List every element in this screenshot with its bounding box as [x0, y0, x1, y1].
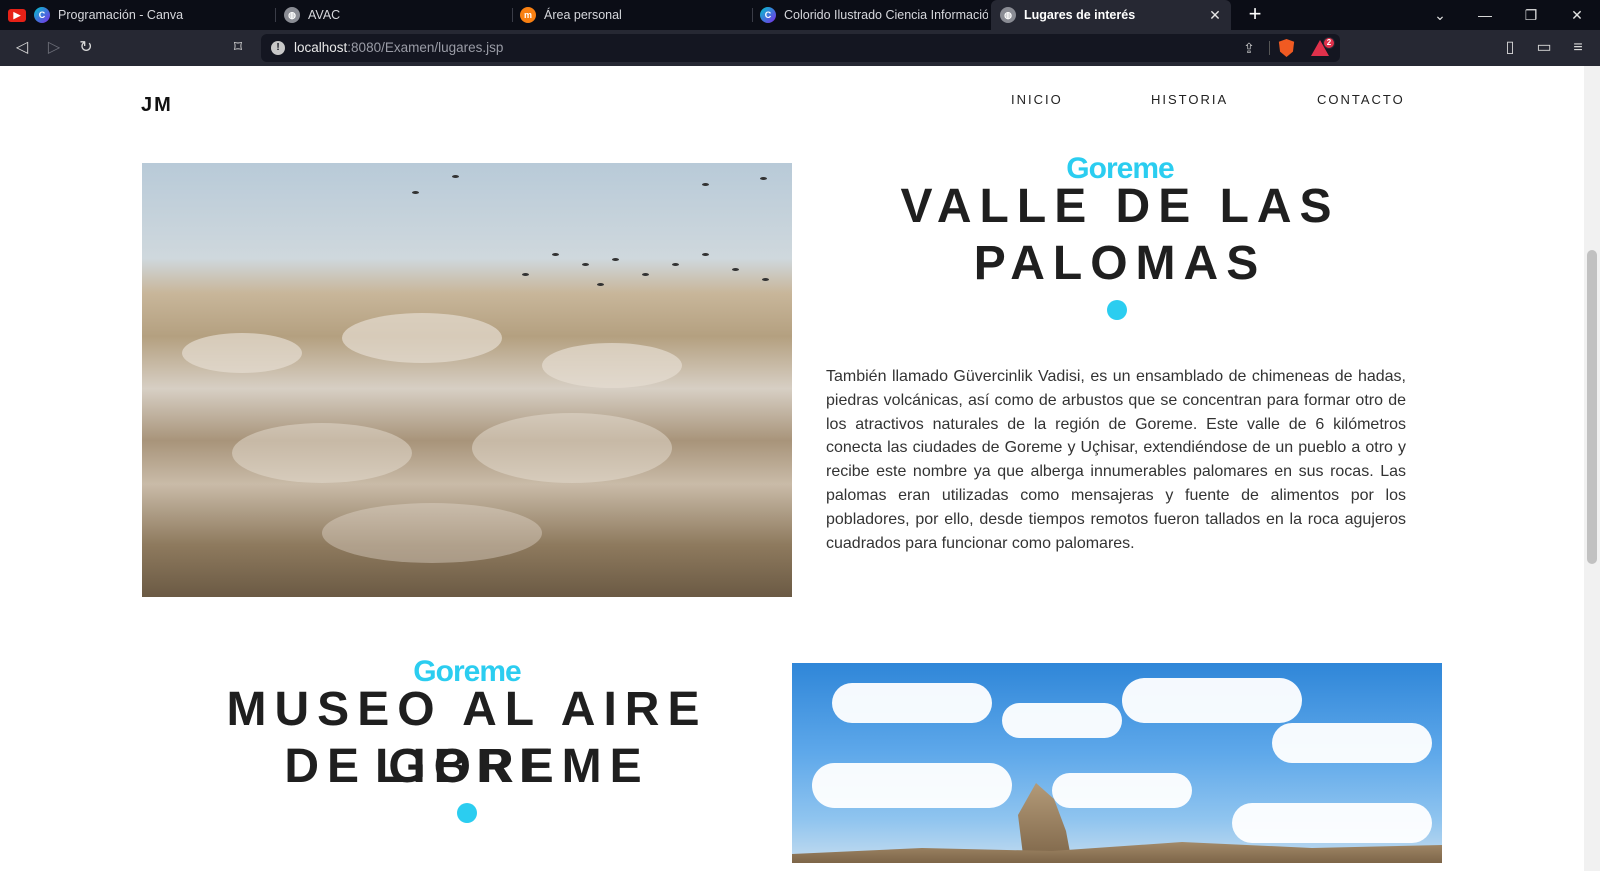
close-window-button[interactable]: ✕: [1557, 0, 1597, 30]
tab-title: Lugares de interés: [1024, 8, 1136, 22]
tab-separator: [512, 8, 513, 22]
page-scrollbar[interactable]: [1584, 66, 1600, 871]
address-bar[interactable]: ! localhost:8080/Examen/lugares.jsp ⇪ 2: [261, 34, 1340, 62]
section-title-line2: DE GOREME: [284, 740, 650, 793]
scrollbar-thumb[interactable]: [1587, 250, 1597, 564]
back-button[interactable]: ◁: [12, 38, 32, 58]
bookmark-icon[interactable]: ⌑: [228, 38, 248, 58]
tab-avac[interactable]: ◍ AVAC: [284, 0, 504, 30]
tab-title: Programación - Canva: [58, 8, 184, 22]
forward-button[interactable]: ▷: [44, 38, 64, 58]
browser-toolbar: ◁ ▷ ↻ ⌑ ! localhost:8080/Examen/lugares.…: [0, 30, 1600, 66]
section-title-line2: PALOMAS: [973, 237, 1267, 290]
section-description: También llamado Güvercinlik Vadisi, es u…: [826, 368, 1406, 552]
site-logo[interactable]: JM: [141, 94, 173, 117]
restore-button[interactable]: ❐: [1511, 0, 1551, 30]
tab-programacion-canva[interactable]: ▶ C Programación - Canva: [8, 0, 270, 30]
section-title-line1: VALLE DE LAS: [900, 180, 1340, 233]
url-text[interactable]: localhost:8080/Examen/lugares.jsp: [294, 40, 503, 55]
canva-icon: C: [760, 7, 776, 23]
museo-al-aire-libre-photo: [792, 663, 1442, 863]
rewards-badge: 2: [1323, 37, 1335, 49]
tab-area-personal[interactable]: m Área personal: [520, 0, 748, 30]
url-host: localhost: [294, 40, 348, 55]
globe-icon: ◍: [1000, 7, 1016, 23]
brave-shields-icon[interactable]: [1278, 39, 1295, 57]
tab-colorido-ilustrado[interactable]: C Colorido Ilustrado Ciencia Información: [760, 0, 988, 30]
youtube-icon: ▶: [8, 8, 26, 22]
valle-de-las-palomas-photo: [142, 163, 792, 597]
wallet-icon[interactable]: ▭: [1534, 38, 1554, 58]
canva-icon: C: [34, 7, 50, 23]
new-tab-button[interactable]: +: [1243, 3, 1267, 27]
nav-contacto[interactable]: CONTACTO: [1317, 92, 1405, 107]
reload-button[interactable]: ↻: [76, 38, 96, 58]
tab-title: Colorido Ilustrado Ciencia Información: [784, 8, 988, 22]
tab-title: Área personal: [544, 8, 622, 22]
minimize-button[interactable]: —: [1465, 0, 1505, 30]
tab-title: AVAC: [308, 8, 341, 22]
moodle-icon: m: [520, 7, 536, 23]
nav-historia[interactable]: HISTORIA: [1151, 92, 1228, 107]
site-info-icon[interactable]: !: [271, 41, 285, 55]
accent-dot: [1107, 300, 1127, 320]
close-tab-icon[interactable]: ✕: [1207, 7, 1223, 23]
page-viewport: JM INICIO HISTORIA CONTACTO Goreme VALLE…: [0, 66, 1584, 871]
sidebar-toggle-icon[interactable]: ▯: [1500, 38, 1520, 58]
nav-inicio[interactable]: INICIO: [1011, 92, 1063, 107]
share-icon[interactable]: ⇪: [1241, 40, 1257, 56]
accent-dot: [457, 803, 477, 823]
globe-icon: ◍: [284, 7, 300, 23]
tab-search-chevron-icon[interactable]: ⌄: [1420, 0, 1460, 30]
menu-icon[interactable]: ≡: [1568, 38, 1588, 58]
divider: [1269, 41, 1270, 55]
tab-separator: [752, 8, 753, 22]
tab-lugares-de-interes[interactable]: ◍ Lugares de interés ✕: [991, 0, 1231, 30]
browser-tab-strip: ▶ C Programación - Canva ◍ AVAC m Área p…: [0, 0, 1600, 30]
tab-separator: [275, 8, 276, 22]
url-path: :8080/Examen/lugares.jsp: [347, 40, 504, 55]
